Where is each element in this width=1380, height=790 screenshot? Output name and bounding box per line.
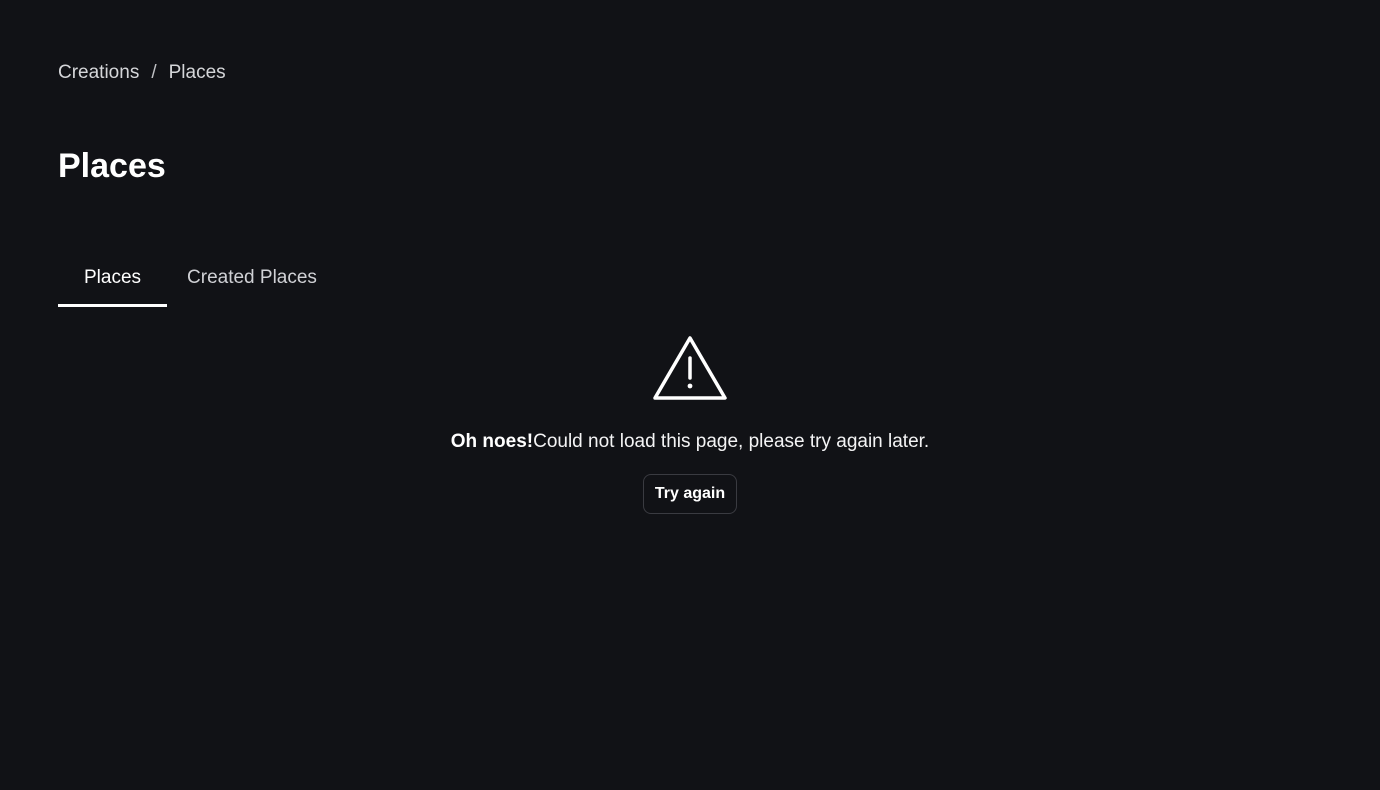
error-message: Oh noes!Could not load this page, please…	[451, 430, 929, 454]
page: Creations / Places Places Places Created…	[0, 0, 1380, 790]
page-title: Places	[58, 147, 166, 185]
tab-bar: Places Created Places	[58, 258, 343, 307]
error-panel: Oh noes!Could not load this page, please…	[0, 334, 1380, 514]
error-text: Could not load this page, please try aga…	[533, 431, 930, 452]
try-again-button[interactable]: Try again	[642, 474, 738, 514]
tab-places[interactable]: Places	[58, 258, 168, 307]
warning-triangle-icon	[653, 336, 727, 400]
breadcrumb-separator: /	[151, 62, 157, 83]
tab-created-places[interactable]: Created Places	[167, 258, 343, 307]
breadcrumb: Creations / Places	[58, 60, 226, 86]
error-heading: Oh noes!	[450, 431, 534, 452]
breadcrumb-item-creations[interactable]: Creations	[58, 62, 139, 84]
breadcrumb-item-places[interactable]: Places	[169, 62, 226, 84]
